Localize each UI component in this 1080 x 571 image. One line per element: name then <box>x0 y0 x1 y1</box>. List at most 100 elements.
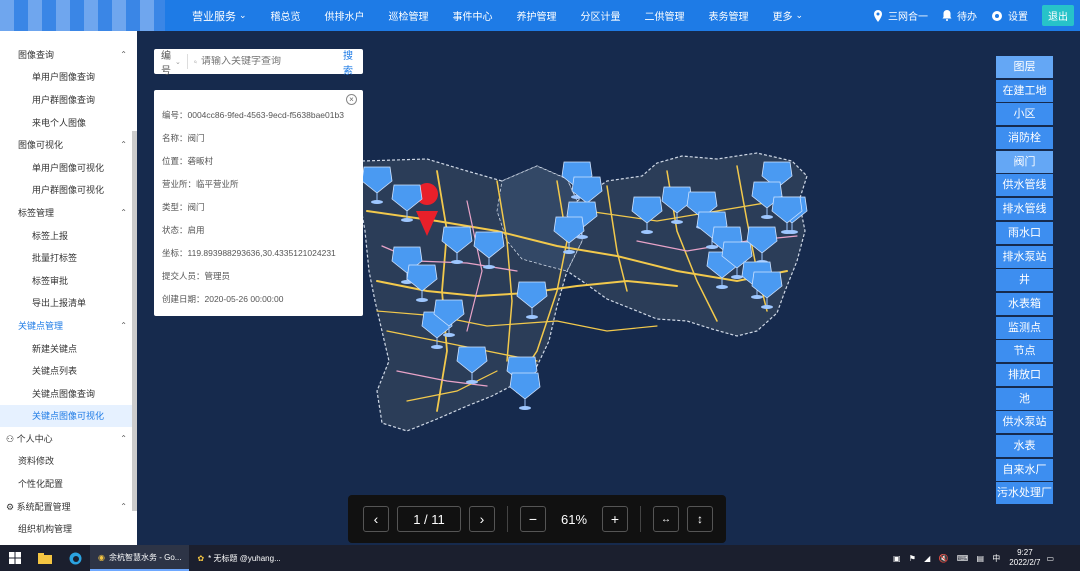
sidebar-item[interactable]: 个性化配置 <box>0 472 137 495</box>
sidebar-item-label: 导出上报清单 <box>32 298 87 309</box>
next-page-button[interactable]: › <box>469 506 495 532</box>
nav-item[interactable]: 表务管理 <box>697 8 761 23</box>
nav-item-label: 二供管理 <box>644 12 685 23</box>
nav-item[interactable]: 稽总览 <box>259 8 313 23</box>
sidebar-item-label-wrap: ⚇ 个人中心 <box>6 432 53 445</box>
layer-item[interactable]: 排放口 <box>996 363 1053 386</box>
layer-item[interactable]: 池 <box>996 387 1053 410</box>
nav-item-label: 更多 <box>772 12 793 23</box>
layer-item[interactable]: 阀门 <box>996 150 1053 173</box>
notification-icon[interactable]: ▭ <box>1046 554 1054 563</box>
sidebar-item[interactable]: 关键点管理 ⌃ <box>0 314 137 337</box>
info-row: 编号：0004cc86-9fed-4563-9ecd-f5638bae01b3 <box>162 110 344 120</box>
layer-item[interactable]: 井 <box>996 269 1053 292</box>
layer-item[interactable]: 在建工地 <box>996 79 1053 102</box>
sidebar-item[interactable]: 图像可视化 ⌃ <box>0 133 137 156</box>
clock-time: 9:27 <box>1017 548 1033 557</box>
location-selector[interactable]: 三网合一 <box>873 8 928 23</box>
file-explorer-icon[interactable] <box>30 545 60 571</box>
nav-item[interactable]: 养护管理 <box>505 8 569 23</box>
sidebar-item[interactable]: 标签管理 ⌃ <box>0 201 137 224</box>
nav-item[interactable]: 巡检管理 <box>377 8 441 23</box>
close-icon[interactable]: × <box>346 94 357 105</box>
nav-item[interactable]: 供排水户 <box>313 8 377 23</box>
sidebar-item[interactable]: 新建关键点 <box>0 337 137 360</box>
sidebar-item[interactable]: 单用户图像可视化 <box>0 156 137 179</box>
sidebar-item-label: 新建关键点 <box>32 343 78 354</box>
sidebar-item[interactable]: 图像查询 ⌃ <box>0 43 137 66</box>
layer-item[interactable]: 污水处理厂 <box>996 482 1053 505</box>
info-row: 名称：阀门 <box>162 133 205 143</box>
zoom-in-button[interactable]: + <box>602 506 628 532</box>
search-button[interactable]: 搜索 <box>333 47 363 77</box>
clock-date: 2022/2/7 <box>1009 558 1041 567</box>
tray-icons[interactable]: ▣ ⚑ ◢ 🔇 ⌨ ▤ 中 <box>893 553 1003 564</box>
sidebar-item[interactable]: 组织机构管理 <box>0 517 137 540</box>
layer-item[interactable]: 供水泵站 <box>996 411 1053 434</box>
taskbar-app[interactable]: ◉ 余杭智慧水务 - Go... <box>90 545 190 571</box>
sidebar-item[interactable]: 关键点图像查询 <box>0 382 137 405</box>
search-input[interactable] <box>197 56 333 67</box>
info-row: 位置：砻畈村 <box>162 156 214 166</box>
user-icon: ⚇ <box>6 433 17 444</box>
edge-browser-icon[interactable] <box>60 545 90 571</box>
sidebar-item[interactable]: 用户群图像查询 <box>0 88 137 111</box>
sidebar-item-label: 来电个人图像 <box>32 117 87 128</box>
chevron-up-icon: ⌃ <box>120 433 127 443</box>
location-label: 三网合一 <box>888 12 928 23</box>
sidebar-item-label: 图像可视化 <box>18 140 64 151</box>
info-row: 营业所：临平营业所 <box>162 179 239 189</box>
layer-item[interactable]: 节点 <box>996 340 1053 363</box>
chevron-up-icon: ⌃ <box>120 49 127 59</box>
layer-item[interactable]: 自来水厂 <box>996 458 1053 481</box>
chevron-down-icon: ⌄ <box>239 10 247 20</box>
zoom-out-button[interactable]: − <box>520 506 546 532</box>
sidebar-item[interactable]: 关键点图像可视化 <box>0 404 137 428</box>
search-field-select[interactable]: 编号 ⌄ <box>154 51 188 77</box>
nav-item-label: 供排水户 <box>324 12 365 23</box>
feature-info-card: × 编号：0004cc86-9fed-4563-9ecd-f5638bae01b… <box>154 90 363 316</box>
taskbar-app-label: 余杭智慧水务 - Go... <box>108 552 182 562</box>
taskbar-app[interactable]: ✿ * 无标题 @yuhang... <box>189 545 288 571</box>
settings-button[interactable]: 设置 <box>991 8 1028 23</box>
sidebar-item-label: 关键点图像查询 <box>32 388 96 399</box>
sidebar-item[interactable]: 单用户图像查询 <box>0 66 137 89</box>
layer-item[interactable]: 监测点 <box>996 316 1053 339</box>
sidebar-item-label: 单用户图像查询 <box>32 72 96 83</box>
nav-item[interactable]: 营业服务 ⌄ <box>180 8 259 24</box>
layer-item[interactable]: 雨水口 <box>996 221 1053 244</box>
sidebar-item[interactable]: 资料修改 <box>0 450 137 473</box>
sidebar-item[interactable]: ⚙ 系统配置管理 ⌃ <box>0 495 137 518</box>
map-canvas[interactable]: 编号 ⌄ 搜索 × 编号：0004cc86-9fed-4563-9ecd-f56… <box>137 31 1080 545</box>
nav-item[interactable]: 二供管理 <box>633 8 697 23</box>
layer-item[interactable]: 水表 <box>996 435 1053 457</box>
fit-height-button[interactable]: ↕ <box>687 506 713 532</box>
sidebar-item[interactable]: 来电个人图像 <box>0 111 137 134</box>
fit-width-button[interactable]: ↔ <box>653 506 679 532</box>
sidebar-item[interactable]: 导出上报清单 <box>0 292 137 315</box>
layer-item[interactable]: 小区 <box>996 103 1053 126</box>
nav-item[interactable]: 更多 ⌄ <box>761 8 816 23</box>
sidebar-item[interactable]: ⚇ 个人中心 ⌃ <box>0 427 137 450</box>
info-rows: 编号：0004cc86-9fed-4563-9ecd-f5638bae01b3 名… <box>162 104 355 311</box>
pending-button[interactable]: 待办 <box>942 8 977 23</box>
layer-item[interactable]: 水表箱 <box>996 292 1053 315</box>
layer-item[interactable]: 供水管线 <box>996 174 1053 197</box>
sidebar-item[interactable]: 标签上报 <box>0 224 137 247</box>
prev-page-button[interactable]: ‹ <box>363 506 389 532</box>
sidebar-item[interactable]: 用户群图像可视化 <box>0 179 137 202</box>
layer-item[interactable]: 排水泵站 <box>996 245 1053 268</box>
sidebar-item[interactable]: 关键点列表 <box>0 359 137 382</box>
logout-button[interactable]: 退出 <box>1042 5 1074 26</box>
os-taskbar: ◉ 余杭智慧水务 - Go... ✿ * 无标题 @yuhang... ▣ ⚑ ◢ 🔇… <box>0 545 1080 571</box>
layer-item[interactable]: 消防栓 <box>996 127 1053 150</box>
nav-item[interactable]: 事件中心 <box>441 8 505 23</box>
sidebar-item[interactable]: 批量打标签 <box>0 246 137 269</box>
info-row: 状态：启用 <box>162 225 205 235</box>
valve-marker-icon[interactable] <box>509 372 541 410</box>
clock[interactable]: 9:27 2022/2/7 <box>1009 548 1040 568</box>
sidebar-item[interactable]: 标签审批 <box>0 269 137 292</box>
layer-item[interactable]: 排水管线 <box>996 198 1053 221</box>
nav-item[interactable]: 分区计量 <box>569 8 633 23</box>
windows-start-icon[interactable] <box>0 545 30 571</box>
